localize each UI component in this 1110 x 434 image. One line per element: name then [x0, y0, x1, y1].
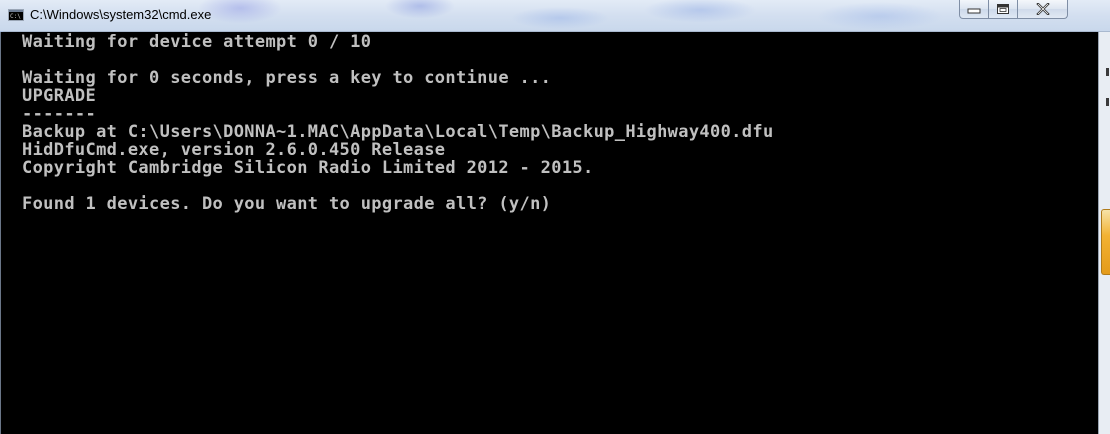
minimize-icon — [967, 8, 981, 14]
cmd-window: C:\ C:\Windows\system32\cmd.exe Waiting … — [0, 0, 1110, 434]
console-line: Backup at C:\Users\DONNA~1.MAC\AppData\L… — [22, 122, 774, 142]
console-line: HidDfuCmd.exe, version 2.6.0.450 Release — [22, 140, 446, 160]
console-line: UPGRADE — [22, 86, 97, 106]
edge-mark — [1106, 68, 1109, 76]
maximize-button[interactable] — [989, 0, 1018, 19]
close-button[interactable] — [1018, 0, 1068, 19]
console-icon[interactable]: C:\ — [8, 9, 24, 21]
close-icon — [1035, 3, 1050, 15]
window-title: C:\Windows\system32\cmd.exe — [30, 7, 212, 22]
console-line: Copyright Cambridge Silicon Radio Limite… — [22, 158, 594, 178]
minimize-button[interactable] — [959, 0, 989, 19]
console-icon-text: C:\ — [10, 13, 21, 20]
console-lines: Waiting for device attempt 0 / 10 Waitin… — [22, 33, 774, 213]
window-controls — [959, 0, 1068, 20]
console-output[interactable]: Waiting for device attempt 0 / 10 Waitin… — [0, 32, 1098, 434]
maximize-icon — [997, 4, 1009, 14]
console-line: ------- — [22, 104, 97, 124]
console-line: Found 1 devices. Do you want to upgrade … — [22, 194, 552, 214]
background-window-edge — [1098, 32, 1110, 434]
console-line: Waiting for 0 seconds, press a key to co… — [22, 68, 552, 88]
console-line: Waiting for device attempt 0 / 10 — [22, 32, 372, 52]
title-bar[interactable]: C:\ C:\Windows\system32\cmd.exe — [0, 0, 1110, 32]
edge-mark — [1106, 98, 1109, 106]
background-window-tab[interactable] — [1101, 209, 1110, 275]
